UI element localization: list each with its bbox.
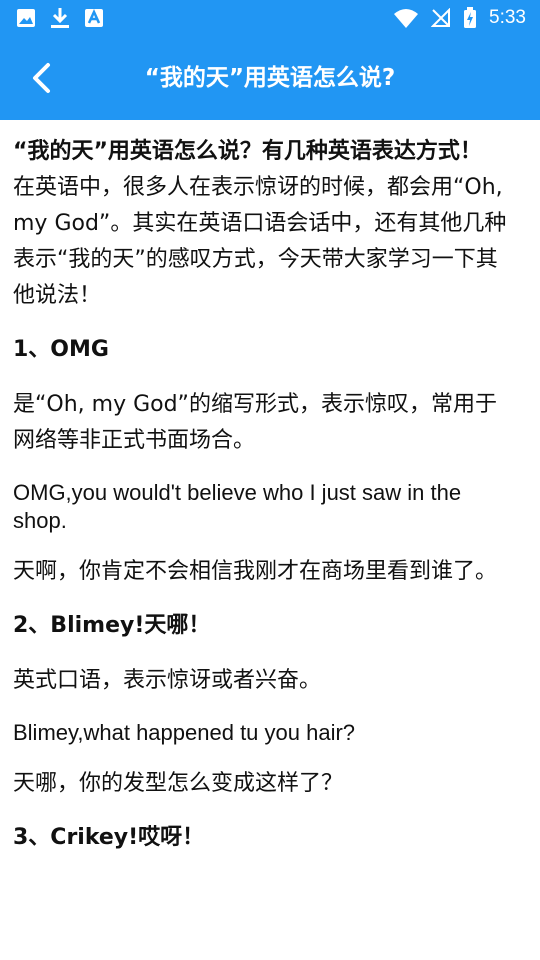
- section-description: 是“Oh, my God”的缩写形式，表示惊叹，常用于网络等非正式书面场合。: [13, 392, 497, 453]
- article-title: “我的天”用英语怎么说？有几种英语表达方式！: [13, 139, 482, 164]
- app-bar: 5:33 “我的天”用英语怎么说?: [0, 0, 540, 120]
- section-heading: 3、Crikey!哎呀！: [13, 825, 205, 850]
- status-time: 5:33: [489, 7, 526, 28]
- wifi-icon: [394, 9, 419, 28]
- status-bar: 5:33: [0, 0, 540, 36]
- no-signal-icon: [431, 8, 451, 27]
- article-content: “我的天”用英语怎么说？有几种英语表达方式！ 在英语中，很多人在表示惊讶的时候，…: [13, 134, 518, 856]
- intro-paragraph: 在英语中，很多人在表示惊讶的时候，都会用“Oh, my God”。其实在英语口语…: [13, 175, 507, 308]
- battery-charging-icon: [464, 7, 477, 28]
- example-chinese: 天哪，你的发型怎么变成这样了？: [13, 771, 344, 796]
- page-title: “我的天”用英语怎么说?: [144, 65, 396, 91]
- section-heading: 2、Blimey!天哪！: [13, 613, 211, 638]
- section-heading: 1、OMG: [13, 337, 109, 362]
- example-english: Blimey,what happened tu you hair?: [13, 720, 356, 745]
- download-icon: [51, 8, 69, 28]
- gallery-icon: [17, 9, 35, 27]
- section-description: 英式口语，表示惊讶或者兴奋。: [13, 668, 322, 693]
- toolbar: “我的天”用英语怎么说?: [0, 36, 540, 120]
- example-chinese: 天啊，你肯定不会相信我刚才在商场里看到谁了。: [13, 559, 498, 584]
- font-app-icon: [85, 8, 103, 27]
- example-english: OMG,you would't believe who I just saw i…: [13, 480, 462, 533]
